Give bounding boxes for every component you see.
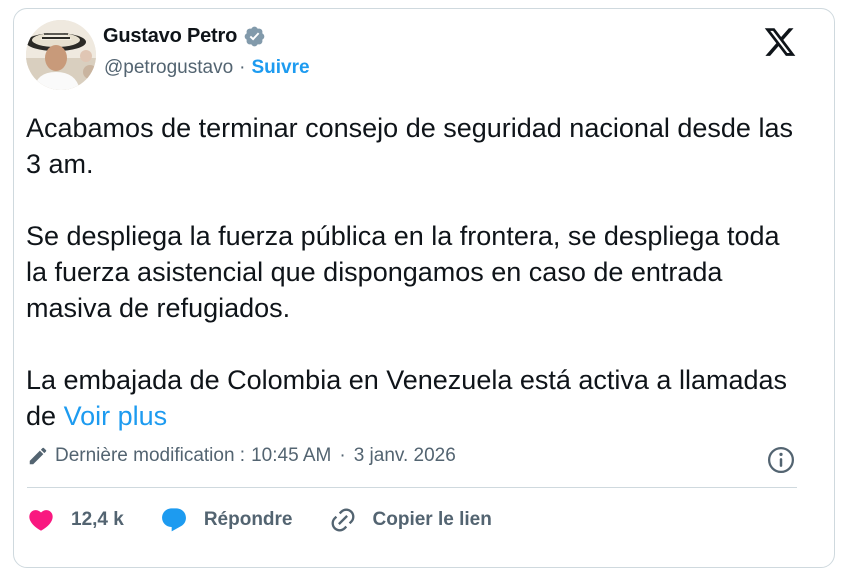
author-name[interactable]: Gustavo Petro xyxy=(103,25,237,48)
tweet-paragraph: Acabamos de terminar consejo de segurida… xyxy=(26,113,793,179)
pencil-icon xyxy=(29,447,47,465)
tweet-time[interactable]: 10:45 AM xyxy=(251,445,331,467)
see-more-link[interactable]: Voir plus xyxy=(64,401,168,431)
tweet-meta: Dernière modification : 10:45 AM · 3 jan… xyxy=(27,445,456,467)
reply-label: Répondre xyxy=(203,509,293,530)
tweet-paragraph-last: La embajada de Colombia en Venezuela est… xyxy=(26,362,796,434)
likes-count: 12,4 k xyxy=(71,509,124,530)
heart-icon xyxy=(29,510,53,531)
author-name-row: Gustavo Petro xyxy=(103,25,266,48)
reply-button[interactable]: Répondre xyxy=(160,506,293,534)
info-icon[interactable] xyxy=(766,445,796,475)
verified-badge-icon xyxy=(244,26,265,47)
meta-separator: · xyxy=(339,445,346,466)
like-button[interactable]: 12,4 k xyxy=(27,506,124,534)
author-handle-row: @petrogustavo · Suivre xyxy=(104,57,310,79)
avatar[interactable] xyxy=(26,20,96,90)
divider xyxy=(27,487,797,488)
user-avatar-icon xyxy=(26,20,96,90)
tweet-text: Acabamos de terminar consejo de segurida… xyxy=(26,110,796,434)
follow-button[interactable]: Suivre xyxy=(251,57,309,79)
x-logo-icon[interactable] xyxy=(763,25,797,59)
tweet-date[interactable]: 3 janv. 2026 xyxy=(354,445,456,467)
tweet-actions: 12,4 k Répondre Copier le lien xyxy=(27,506,492,534)
tweet-paragraph: Se despliega la fuerza pública en la fro… xyxy=(26,221,780,323)
author-handle[interactable]: @petrogustavo xyxy=(104,57,233,79)
handle-separator: · xyxy=(239,57,246,78)
speech-bubble-icon xyxy=(161,508,186,532)
copy-link-label: Copier le lien xyxy=(372,509,492,530)
edited-label[interactable]: Dernière modification : xyxy=(55,445,245,467)
link-icon xyxy=(331,508,354,532)
copy-link-button[interactable]: Copier le lien xyxy=(329,506,492,534)
